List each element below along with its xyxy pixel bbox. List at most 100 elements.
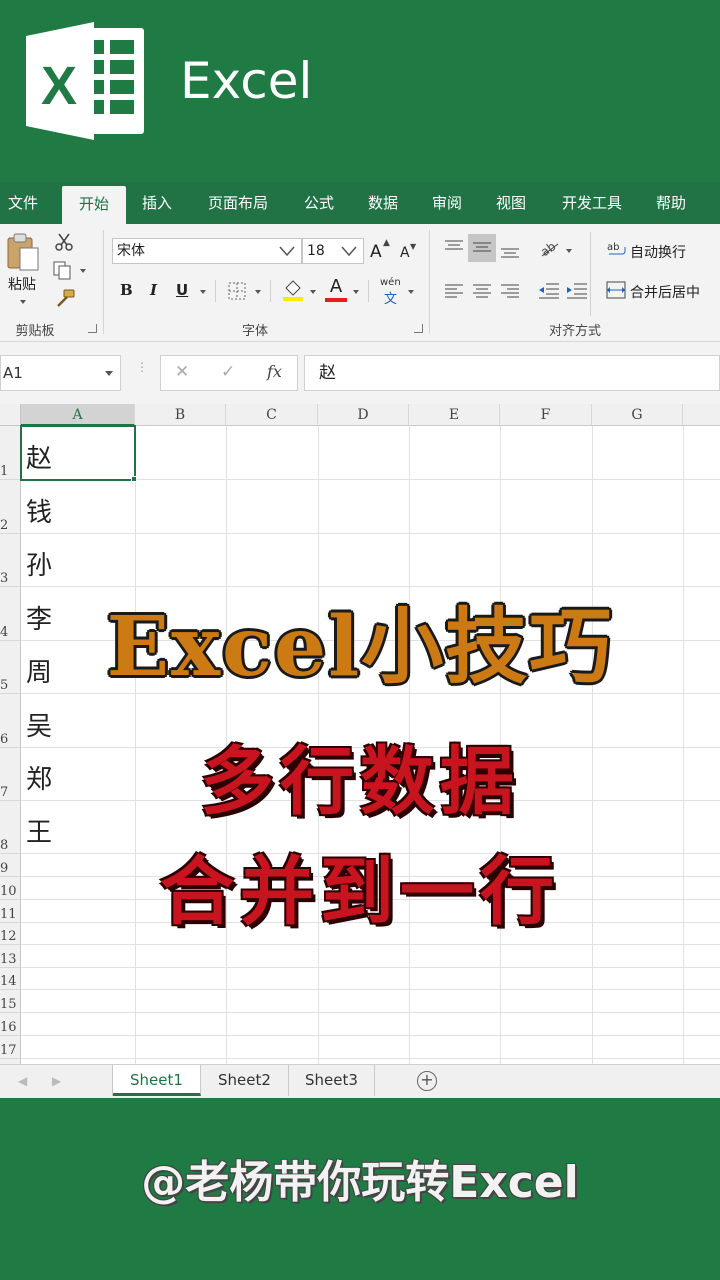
overlay-line-2: 合并到一行	[160, 849, 560, 935]
tab-page-layout[interactable]: 页面布局	[200, 182, 276, 224]
bold-button[interactable]: B	[120, 281, 133, 299]
wrap-text-button[interactable]: 自动换行	[630, 242, 686, 262]
align-center-icon[interactable]	[472, 284, 492, 298]
sheet-tab-sheet1[interactable]: Sheet1	[113, 1065, 201, 1096]
row-header[interactable]: 15	[0, 990, 21, 1013]
name-box-dropdown-icon[interactable]	[105, 371, 113, 376]
row-header[interactable]: 13	[0, 945, 21, 968]
grid-line	[21, 967, 720, 968]
scroll-right-icon[interactable]: ▶	[52, 1074, 61, 1088]
cancel-icon[interactable]: ✕	[175, 362, 189, 382]
tab-developer[interactable]: 开发工具	[552, 182, 632, 224]
font-size-combo[interactable]: 18	[302, 238, 364, 264]
align-middle-button[interactable]	[468, 234, 496, 262]
column-header[interactable]: B	[135, 404, 226, 426]
cut-icon[interactable]	[54, 232, 74, 252]
row-header[interactable]: 17	[0, 1036, 21, 1059]
divider	[270, 280, 271, 302]
format-painter-icon[interactable]	[54, 288, 76, 308]
font-name-combo[interactable]: 宋体	[112, 238, 302, 264]
font-color-swatch	[325, 298, 347, 302]
sheet-tab-sheet3[interactable]: Sheet3	[289, 1065, 375, 1096]
paste-dropdown-icon[interactable]	[20, 300, 26, 304]
column-header[interactable]: G	[592, 404, 683, 426]
increase-indent-icon[interactable]	[566, 282, 588, 300]
merge-center-icon[interactable]	[606, 280, 626, 300]
column-header[interactable]: D	[318, 404, 409, 426]
paste-label[interactable]: 粘贴	[8, 274, 36, 294]
row-header[interactable]: 16	[0, 1013, 21, 1036]
column-header[interactable]	[683, 404, 720, 426]
tab-home[interactable]: 开始	[62, 186, 126, 224]
fill-color-icon[interactable]	[282, 278, 304, 302]
orientation-dropdown-icon[interactable]	[566, 249, 572, 253]
enter-icon[interactable]: ✓	[221, 362, 235, 382]
clipboard-launcher-icon[interactable]	[88, 324, 97, 333]
tab-review[interactable]: 审阅	[424, 182, 470, 224]
fill-handle[interactable]	[131, 476, 137, 482]
formula-input[interactable]: 赵	[304, 355, 720, 391]
paste-icon[interactable]	[6, 232, 42, 272]
overlay-headline: Excel小技巧	[106, 599, 614, 695]
ribbon: 粘贴 剪贴板 宋体 18 A ▲ A ▼ B I U A wén 文 字体 ab…	[0, 224, 720, 342]
tab-data[interactable]: 数据	[360, 182, 406, 224]
borders-dropdown-icon[interactable]	[255, 290, 261, 294]
sheet-tab-sheet2[interactable]: Sheet2	[201, 1065, 289, 1096]
column-header[interactable]: F	[500, 404, 592, 426]
tab-help[interactable]: 帮助	[648, 182, 694, 224]
tab-formulas[interactable]: 公式	[296, 182, 342, 224]
bottom-banner: @老杨带你玩转Excel	[0, 1098, 720, 1280]
formula-bar: A1 ⋮ ✕ ✓ fx 赵	[0, 342, 720, 404]
fill-color-dropdown-icon[interactable]	[310, 290, 316, 294]
decrease-indent-icon[interactable]	[538, 282, 560, 300]
underline-button[interactable]: U	[176, 281, 188, 299]
cell-a3[interactable]: 孙	[26, 545, 52, 582]
orientation-icon[interactable]: ab	[538, 238, 560, 258]
row-header[interactable]: 2	[0, 480, 21, 534]
align-right-icon[interactable]	[500, 284, 520, 298]
align-left-icon[interactable]	[444, 284, 464, 298]
app-title: Excel	[180, 52, 313, 110]
grid-line	[21, 1058, 720, 1059]
chevron-down-icon[interactable]	[341, 245, 357, 257]
wrap-text-icon[interactable]: ab	[606, 240, 626, 258]
font-color-dropdown-icon[interactable]	[353, 290, 359, 294]
font-launcher-icon[interactable]	[414, 324, 423, 333]
grow-font-button[interactable]: A	[370, 242, 382, 262]
add-sheet-button[interactable]: +	[417, 1071, 437, 1091]
row-number: 14	[0, 974, 17, 989]
borders-icon[interactable]	[228, 282, 246, 300]
row-header[interactable]: 14	[0, 968, 21, 990]
align-bottom-icon[interactable]	[500, 246, 520, 260]
tab-file[interactable]: 文件	[0, 182, 46, 224]
underline-dropdown-icon[interactable]	[200, 290, 206, 294]
font-color-button[interactable]: A	[325, 276, 347, 297]
tab-insert[interactable]: 插入	[134, 182, 180, 224]
phonetic-guide-button[interactable]: wén	[380, 277, 401, 288]
divider	[590, 232, 591, 316]
overlay-line-1: 多行数据	[200, 739, 520, 825]
tab-view[interactable]: 视图	[488, 182, 534, 224]
chevron-down-icon[interactable]	[279, 245, 295, 257]
cell-a2[interactable]: 钱	[26, 492, 52, 529]
copy-icon[interactable]	[52, 260, 74, 280]
merge-center-button[interactable]: 合并后居中	[630, 282, 700, 302]
column-header[interactable]: C	[226, 404, 318, 426]
select-all-corner[interactable]	[0, 404, 21, 426]
insert-function-icon[interactable]: fx	[267, 362, 282, 381]
column-header[interactable]: E	[409, 404, 500, 426]
italic-button[interactable]: I	[150, 281, 157, 299]
group-separator	[429, 230, 430, 334]
excel-logo-icon: X	[26, 22, 144, 140]
name-box[interactable]: A1	[0, 355, 121, 391]
scroll-left-icon[interactable]: ◀	[18, 1074, 27, 1088]
row-number: 15	[0, 997, 17, 1012]
active-cell-border	[20, 425, 136, 481]
copy-dropdown-icon[interactable]	[80, 269, 86, 273]
svg-text:ab: ab	[538, 239, 558, 258]
shrink-font-button[interactable]: A	[400, 245, 410, 261]
row-header[interactable]: 1	[0, 426, 21, 480]
align-top-icon[interactable]	[444, 240, 464, 254]
column-header[interactable]: A	[21, 404, 135, 426]
phonetic-dropdown-icon[interactable]	[408, 290, 414, 294]
